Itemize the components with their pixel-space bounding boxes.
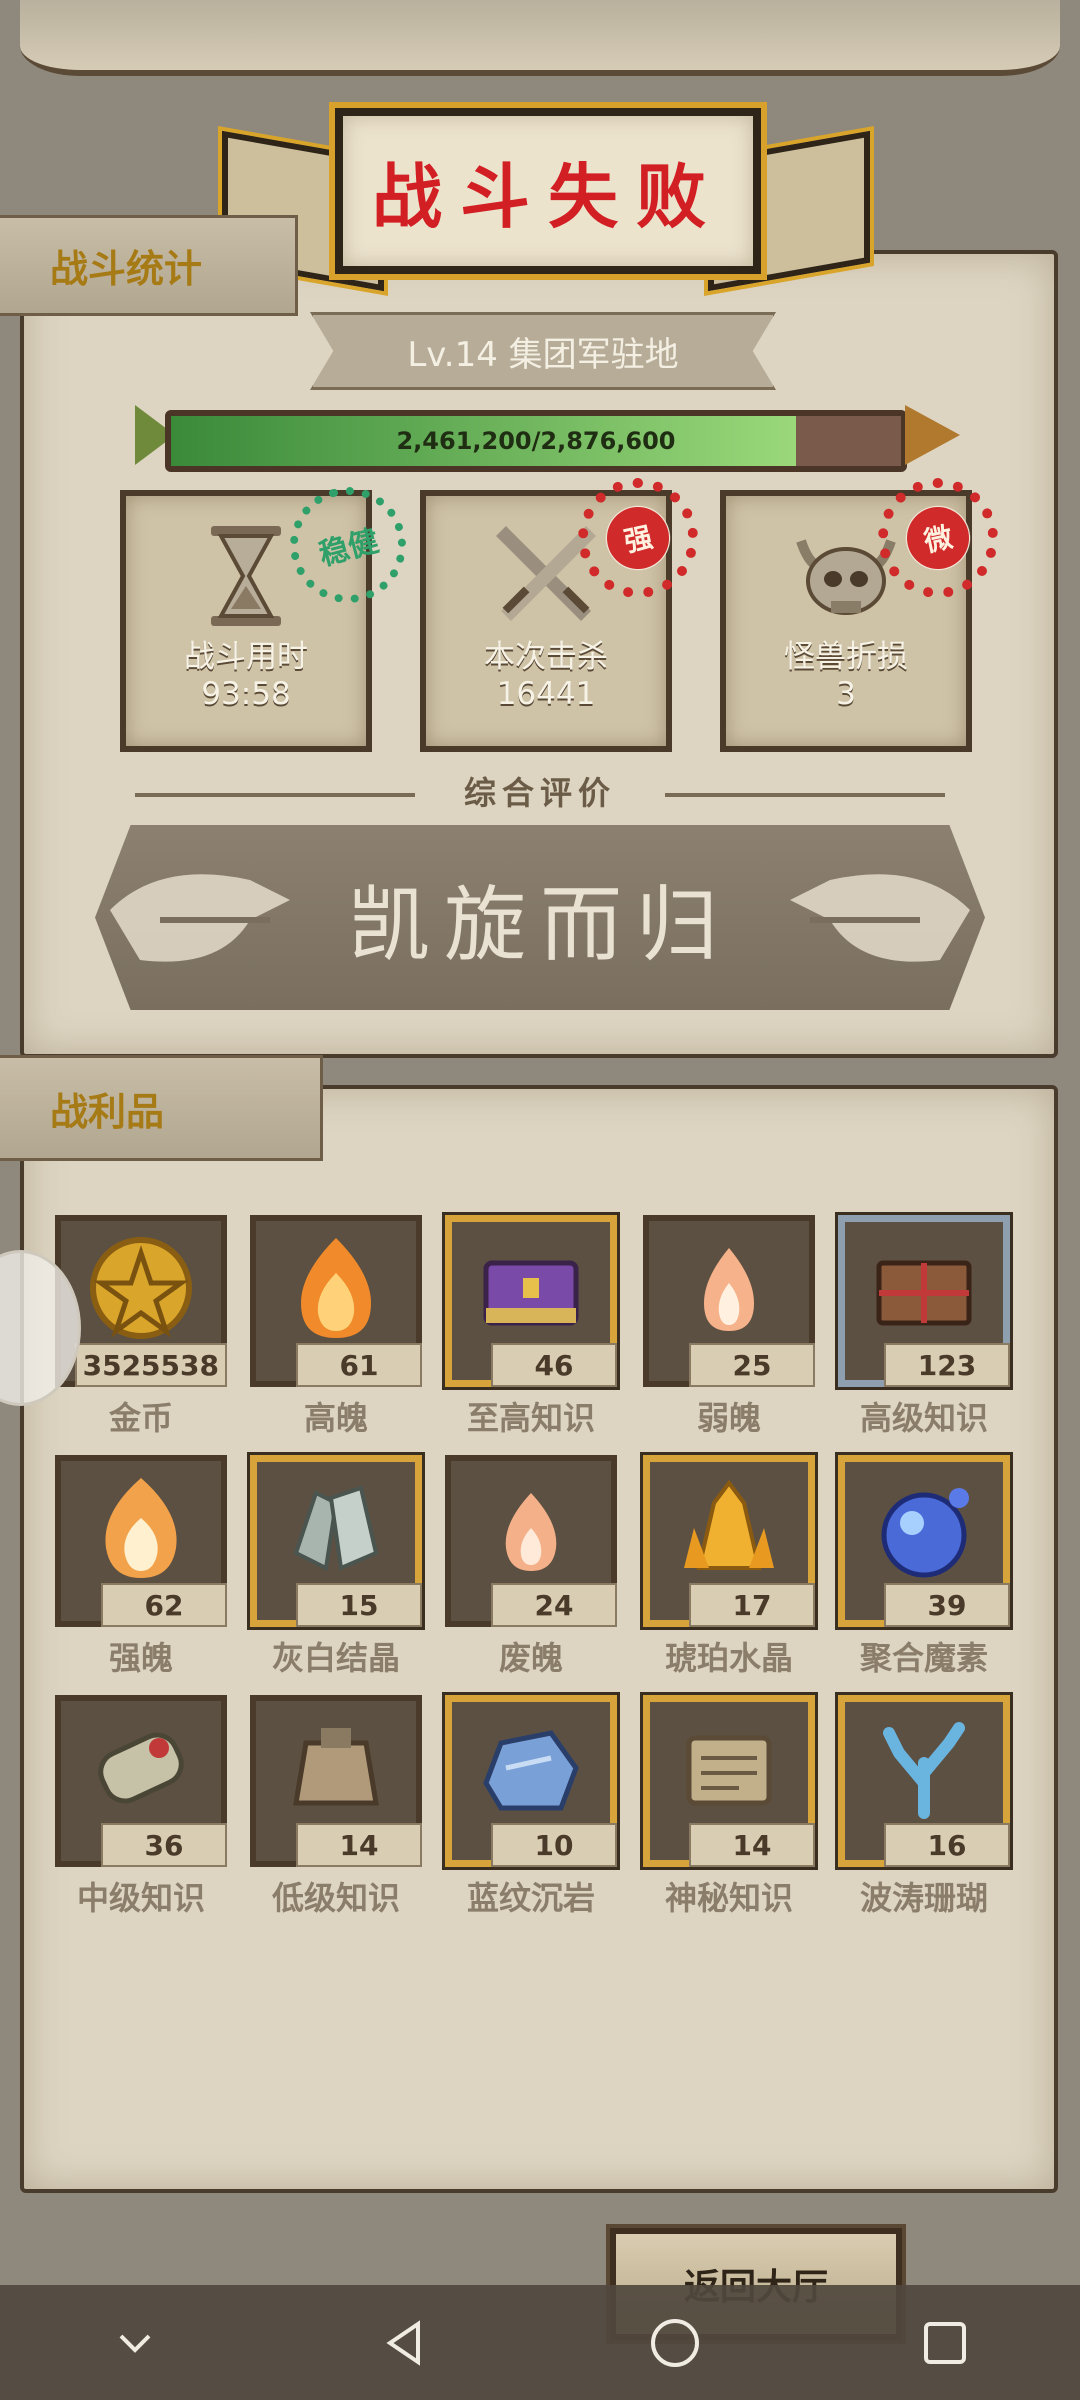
level-ribbon: Lv.14 集团军驻地 — [310, 312, 776, 390]
loot-count: 24 — [491, 1583, 617, 1627]
loot-count: 17 — [689, 1583, 815, 1627]
chevron-down-icon — [119, 2334, 151, 2353]
stamp-text: 微 — [921, 520, 956, 559]
purple-book-icon — [483, 1260, 579, 1326]
stamp-strong: 强 — [578, 478, 698, 598]
system-navigation-bar — [0, 2285, 1080, 2400]
nav-home-button[interactable] — [615, 2293, 735, 2393]
progress-text: 2,461,200/2,876,600 — [396, 427, 676, 455]
progress-right-arrow — [905, 405, 960, 465]
stat-value: 93:58 — [201, 676, 291, 712]
blue-orb-icon — [881, 1488, 969, 1578]
rating-divider-left — [135, 793, 415, 797]
loot-count: 14 — [689, 1823, 815, 1867]
loot-name: 聚合魔素 — [859, 1639, 988, 1677]
blue-rock-icon — [483, 1730, 579, 1811]
loot-count: 61 — [296, 1343, 422, 1387]
dragon-head-right-icon — [790, 874, 970, 962]
stat-label: 战斗用时 — [184, 639, 308, 675]
stamp-text: 强 — [621, 520, 656, 559]
loot-count: 36 — [101, 1823, 227, 1867]
amber-crystal-icon — [684, 1479, 774, 1570]
nav-back-button[interactable] — [345, 2293, 465, 2393]
tab-loot: 战利品 — [0, 1055, 323, 1161]
loot-name: 高魄 — [303, 1399, 368, 1437]
tied-book-icon — [876, 1260, 972, 1326]
dragon-head-left-icon — [110, 874, 290, 962]
gold-coin-icon — [90, 1237, 192, 1339]
loot-slot[interactable]: 10 — [442, 1692, 620, 1870]
stat-value: 3 — [836, 676, 856, 712]
loot-slot[interactable]: 36 — [55, 1695, 227, 1867]
loot-count: 39 — [884, 1583, 1010, 1627]
fire-soul-icon — [301, 1238, 371, 1338]
loot-count: 10 — [491, 1823, 617, 1867]
loot-name: 琥珀水晶 — [664, 1639, 793, 1677]
loot-name: 强魄 — [108, 1639, 173, 1677]
loot-name: 金币 — [108, 1399, 173, 1437]
loot-slot[interactable]: 14 — [640, 1692, 818, 1870]
loot-slot[interactable]: 46 — [442, 1212, 620, 1390]
tab-battle-stats-label: 战斗统计 — [50, 247, 203, 291]
coral-icon — [883, 1722, 965, 1819]
top-scroll-edge — [20, 0, 1060, 76]
loot-count: 14 — [296, 1823, 422, 1867]
stat-label: 怪兽折损 — [784, 639, 908, 675]
back-triangle-icon — [386, 2319, 420, 2366]
rating-divider-right — [665, 793, 945, 797]
stat-label: 本次击杀 — [484, 639, 608, 675]
loot-slot[interactable]: 16 — [835, 1692, 1013, 1870]
nav-recents-button[interactable] — [885, 2293, 1005, 2393]
loot-name: 至高知识 — [466, 1399, 595, 1437]
loot-slot[interactable]: 39 — [835, 1452, 1013, 1630]
loot-count: 16 — [884, 1823, 1010, 1867]
flame-icon — [105, 1478, 177, 1578]
loot-name: 弱魄 — [696, 1399, 761, 1437]
tab-battle-stats: 战斗统计 — [0, 215, 298, 316]
loot-slot[interactable]: 17 — [640, 1452, 818, 1630]
rating-label: 综合评价 — [463, 774, 616, 812]
loot-name: 废魄 — [498, 1639, 563, 1677]
loot-name: 神秘知识 — [664, 1879, 793, 1917]
loot-name: 低级知识 — [271, 1879, 400, 1917]
rating-result: 凯旋而归 — [347, 878, 732, 973]
loot-slot[interactable]: 15 — [247, 1452, 425, 1630]
loot-slot[interactable]: 24 — [445, 1455, 617, 1627]
nav-collapse-button[interactable] — [75, 2293, 195, 2393]
loot-name: 高级知识 — [859, 1399, 988, 1437]
loot-slot[interactable]: 123 — [835, 1212, 1013, 1390]
loot-name: 蓝纹沉岩 — [466, 1879, 595, 1917]
loot-count: 62 — [101, 1583, 227, 1627]
loot-slot[interactable]: 62 — [55, 1455, 227, 1627]
faint-flame-icon — [505, 1493, 557, 1571]
home-circle-icon — [651, 2318, 699, 2367]
level-text: Lv.14 集团军驻地 — [407, 334, 679, 375]
loot-slot[interactable]: 25 — [643, 1215, 815, 1387]
hourglass-icon — [211, 526, 281, 626]
experience-progress-bar: 2,461,200/2,876,600 — [165, 410, 907, 472]
small-flame-icon — [704, 1248, 754, 1331]
loot-count: 3525538 — [74, 1343, 227, 1387]
tab-loot-label: 战利品 — [50, 1089, 165, 1134]
loot-name: 波涛珊瑚 — [859, 1879, 988, 1917]
loot-name: 灰白结晶 — [271, 1639, 400, 1677]
grey-crystal-icon — [293, 1485, 379, 1572]
bag-scroll-icon — [293, 1728, 379, 1806]
loot-name: 中级知识 — [76, 1879, 205, 1917]
loot-count: 46 — [491, 1343, 617, 1387]
loot-count: 15 — [296, 1583, 422, 1627]
loot-slot[interactable]: 14 — [250, 1695, 422, 1867]
stamp-text: 稳健 — [315, 523, 383, 574]
recents-square-icon — [924, 2321, 966, 2364]
loot-count: 123 — [884, 1343, 1010, 1387]
stamp-minor: 微 — [878, 478, 998, 598]
page-title: 战斗失败 — [372, 155, 724, 238]
title-banner: 战斗失败 — [329, 102, 767, 280]
loot-slot[interactable]: 3525538 — [55, 1215, 227, 1387]
loot-slot[interactable]: 61 — [250, 1215, 422, 1387]
scroll-icon — [98, 1732, 184, 1804]
stone-tablet-icon — [686, 1735, 772, 1806]
loot-count: 25 — [689, 1343, 815, 1387]
stat-value: 16441 — [496, 676, 596, 712]
